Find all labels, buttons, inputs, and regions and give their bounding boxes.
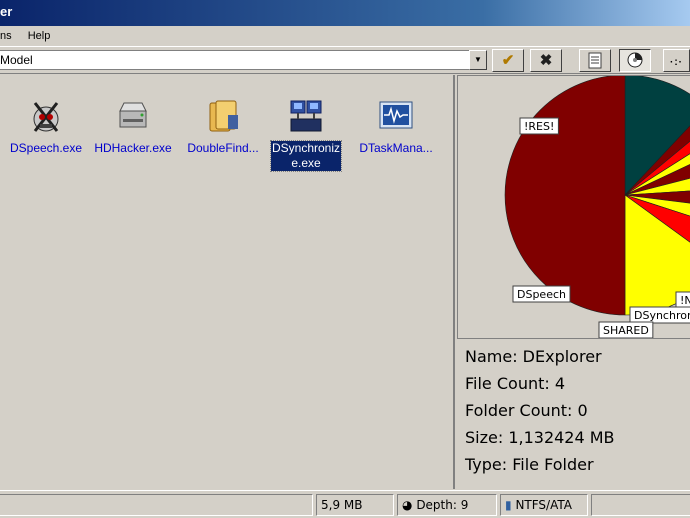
- file-label: DSpeech.exe: [9, 141, 83, 155]
- file-label: DoubleFind...: [187, 141, 259, 155]
- status-depth-panel: ◕ Depth: 9: [397, 494, 497, 516]
- file-label: DTaskMana...: [359, 141, 433, 155]
- pie-slice[interactable]: [504, 76, 626, 316]
- info-panel: Name: DExplorer File Count: 4 Folder Cou…: [457, 339, 690, 489]
- pie-label: SHARED: [598, 321, 654, 338]
- dots-icon: ·:·: [670, 57, 683, 68]
- menu-item-help[interactable]: Help: [28, 30, 51, 42]
- task-manager-icon: [377, 97, 415, 135]
- file-item-dsynchronize[interactable]: DSynchroniz e.exe: [262, 97, 350, 172]
- dspeech-app-icon: [27, 97, 65, 135]
- window-title: er: [0, 4, 13, 19]
- status-panel-main: [0, 494, 313, 516]
- dotted-view-button[interactable]: ·:·: [663, 49, 690, 72]
- pie-label: DSynchron: [629, 306, 690, 324]
- status-size: 5,9 MB: [316, 494, 394, 516]
- pie-view-button[interactable]: [619, 49, 651, 72]
- status-depth: Depth: 9: [416, 498, 469, 512]
- svg-text:DSpeech: DSpeech: [517, 288, 566, 301]
- folder-search-icon: [204, 97, 242, 135]
- pie-chart-icon: [627, 52, 643, 68]
- pie-chart-pane: !N DSynchron SHARED DSpeech !RES!: [457, 75, 690, 339]
- checkmark-icon: ✔: [501, 52, 515, 69]
- file-item-doublefind[interactable]: DoubleFind...: [180, 97, 266, 156]
- info-file-count: File Count: 4: [465, 374, 566, 393]
- address-field[interactable]: Model: [0, 50, 470, 70]
- svg-text:DSynchron: DSynchron: [634, 309, 690, 322]
- svg-text:SHARED: SHARED: [603, 324, 649, 337]
- pie-label: !N: [675, 291, 690, 309]
- svg-text:!N: !N: [680, 294, 690, 307]
- info-size: Size: 1,132424 MB: [465, 428, 615, 447]
- toolbar: Model ▼ ✔ ✖ ·:·: [0, 46, 690, 74]
- address-dropdown-button[interactable]: ▼: [469, 50, 487, 70]
- file-list-pane: DSpeech.exe HDHacker.exe DoubleFind... D…: [0, 75, 455, 489]
- pie-label: DSpeech: [512, 285, 571, 303]
- sync-app-icon: [287, 97, 325, 135]
- status-panel-empty: [591, 494, 690, 516]
- close-icon: ✖: [539, 52, 553, 69]
- hard-drive-icon: [114, 97, 152, 135]
- file-item-hdhacker[interactable]: HDHacker.exe: [90, 97, 176, 156]
- file-item-dtaskmanager[interactable]: DTaskMana...: [353, 97, 439, 156]
- title-bar: er: [0, 0, 690, 26]
- file-label: HDHacker.exe: [94, 141, 172, 155]
- cancel-button[interactable]: ✖: [530, 49, 562, 72]
- menu-bar: ns Help: [0, 26, 690, 46]
- file-item-dspeech[interactable]: DSpeech.exe: [3, 97, 89, 156]
- pie-chart: !N DSynchron SHARED DSpeech !RES!: [504, 76, 690, 338]
- document-icon: [588, 52, 602, 69]
- confirm-button[interactable]: ✔: [492, 49, 524, 72]
- status-fs: NTFS/ATA: [515, 498, 572, 512]
- info-folder-count: Folder Count: 0: [465, 401, 588, 420]
- info-type: Type: File Folder: [465, 455, 594, 474]
- document-view-button[interactable]: [579, 49, 611, 72]
- info-name: Name: DExplorer: [465, 347, 602, 366]
- menu-item-options[interactable]: ns: [0, 30, 12, 42]
- pie-label: !RES!: [519, 117, 559, 135]
- depth-icon: ◕: [402, 498, 413, 512]
- svg-text:!RES!: !RES!: [524, 120, 554, 133]
- status-bar: 5,9 MB ◕ Depth: 9 ▮ NTFS/ATA: [0, 490, 690, 518]
- file-label: DSynchroniz e.exe: [269, 140, 343, 172]
- drive-icon: ▮: [505, 498, 512, 512]
- status-fs-panel: ▮ NTFS/ATA: [500, 494, 588, 516]
